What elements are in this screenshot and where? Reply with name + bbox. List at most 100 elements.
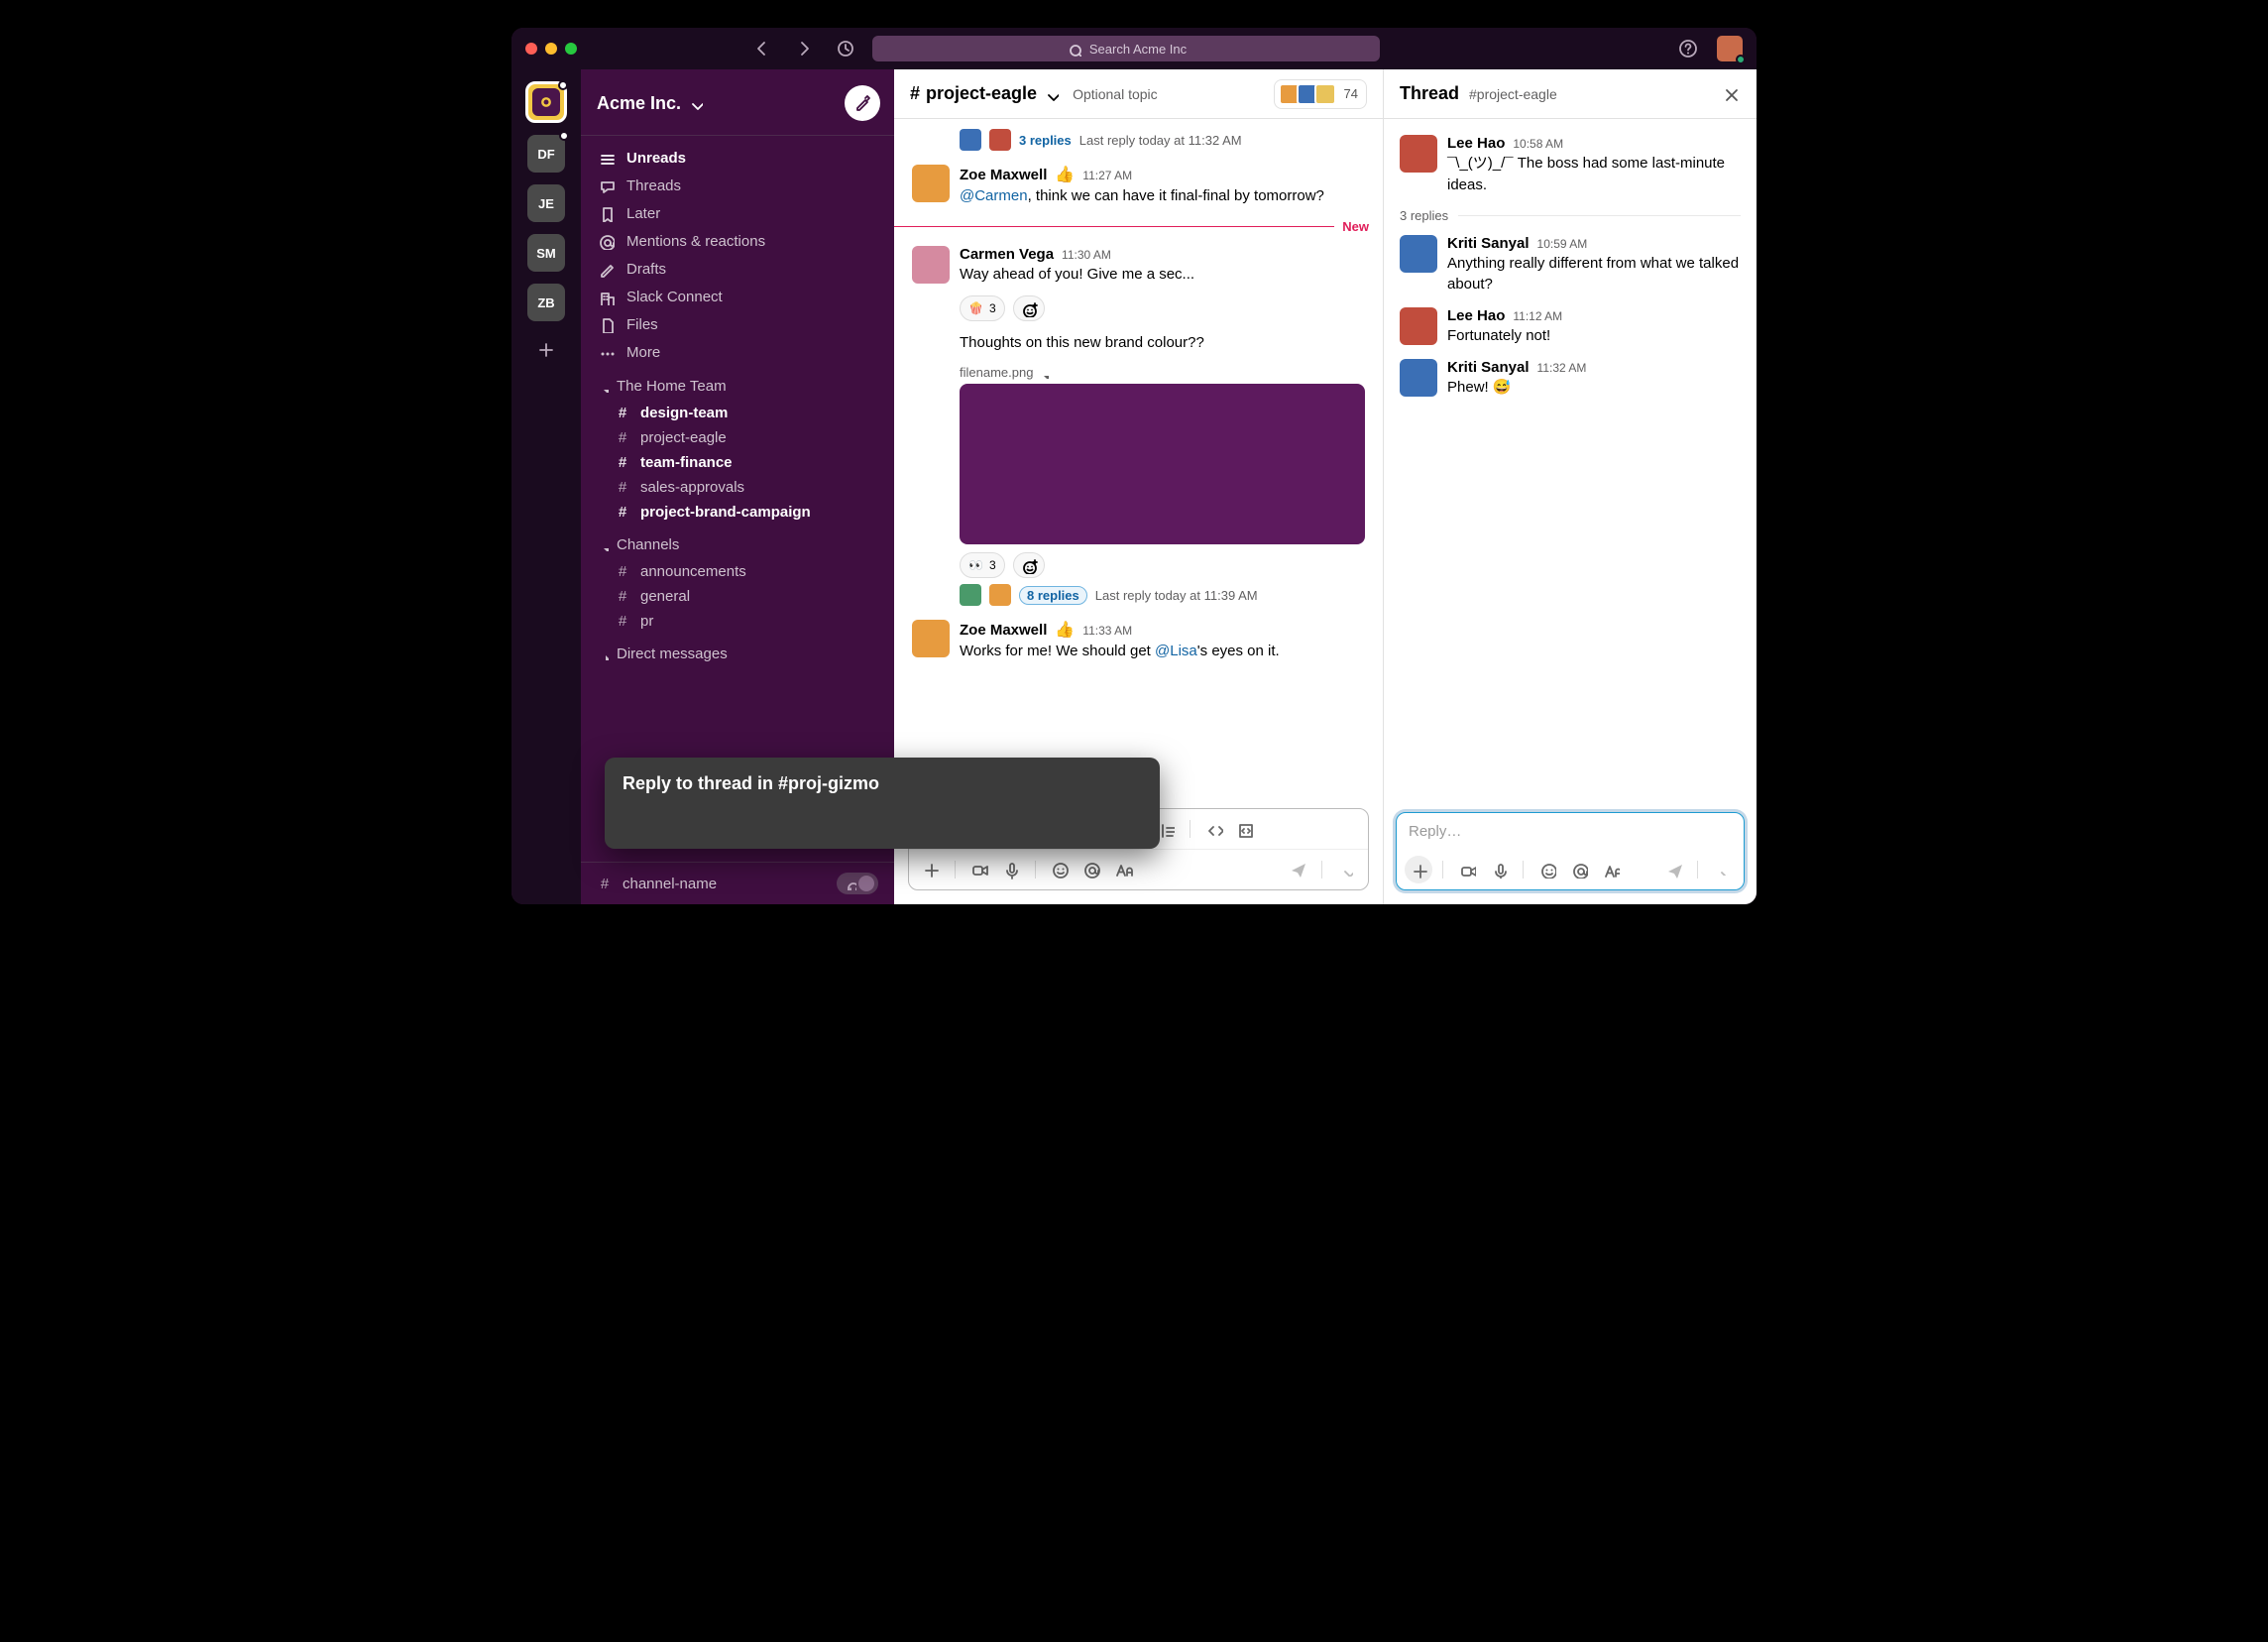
mention-button[interactable] (1077, 856, 1105, 883)
emoji-button[interactable] (1046, 856, 1074, 883)
message-avatar[interactable] (1400, 135, 1437, 173)
reaction[interactable]: 👀3 (960, 552, 1005, 578)
message-author[interactable]: Lee Hao (1447, 307, 1505, 324)
channel-item[interactable]: #project-eagle (581, 425, 894, 450)
add-reaction-button[interactable] (1013, 295, 1045, 321)
history-button[interactable] (831, 34, 860, 63)
channel-name: announcements (640, 563, 746, 580)
send-options-button[interactable] (1332, 856, 1360, 883)
message-author[interactable]: Zoe Maxwell (960, 167, 1047, 183)
channel-item[interactable]: #team-finance (581, 450, 894, 475)
message-avatar[interactable] (912, 165, 950, 202)
send-button[interactable] (1659, 856, 1687, 883)
mention-button[interactable] (1565, 856, 1593, 883)
video-button[interactable] (1453, 856, 1481, 883)
pencil-icon (597, 260, 615, 278)
message-author[interactable]: Kriti Sanyal (1447, 235, 1530, 252)
popover-text: Reply to thread in #proj-gizmo (623, 773, 879, 793)
channel-item[interactable]: #sales-approvals (581, 475, 894, 500)
code-button[interactable] (1200, 815, 1228, 843)
format-button[interactable] (1109, 856, 1137, 883)
thread-messages[interactable]: Lee Hao10:58 AM ¯\_(ツ)_/¯ The boss had s… (1384, 119, 1757, 806)
message: Zoe Maxwell 👍 11:33 AM Works for me! We … (894, 614, 1383, 668)
channel-item[interactable]: #announcements (581, 559, 894, 584)
nav-back-button[interactable] (747, 34, 777, 63)
attachment-filename[interactable]: filename.png (960, 365, 1365, 380)
thread-input[interactable]: Reply… (1397, 813, 1744, 850)
thread-subtitle[interactable]: #project-eagle (1469, 86, 1557, 102)
message-avatar[interactable] (912, 246, 950, 284)
message-avatar[interactable] (912, 620, 950, 657)
attachment-preview[interactable] (960, 384, 1365, 544)
mention[interactable]: @Lisa (1155, 643, 1197, 659)
workspace-item[interactable]: SM (527, 234, 565, 272)
message-author[interactable]: Kriti Sanyal (1447, 359, 1530, 376)
add-reaction-button[interactable] (1013, 552, 1045, 578)
sidebar-more[interactable]: More (581, 338, 894, 366)
emoji-button[interactable] (1533, 856, 1561, 883)
video-button[interactable] (965, 856, 993, 883)
section-header[interactable]: Direct messages (581, 634, 894, 668)
workspace-item[interactable]: JE (527, 184, 565, 222)
message-author[interactable]: Carmen Vega (960, 246, 1054, 263)
format-button[interactable] (1597, 856, 1625, 883)
reply-count-link[interactable]: 3 replies (1019, 133, 1072, 148)
sidebar-threads[interactable]: Threads (581, 172, 894, 199)
nav-forward-button[interactable] (789, 34, 819, 63)
channel-item[interactable]: #pr (581, 609, 894, 634)
message-time: 11:32 AM (1537, 361, 1587, 375)
close-window-icon[interactable] (525, 43, 537, 55)
reply-count-chip[interactable]: 8 replies (1019, 586, 1087, 605)
huddle-toggle[interactable] (837, 873, 878, 894)
sidebar-unreads[interactable]: Unreads (581, 144, 894, 172)
sidebar-mentions[interactable]: Mentions & reactions (581, 227, 894, 255)
caret-icon (1037, 367, 1049, 379)
workspace-switcher[interactable]: Acme Inc. (597, 93, 703, 114)
section-header[interactable]: Channels (581, 525, 894, 559)
channel-item[interactable]: #design-team (581, 401, 894, 425)
minimize-window-icon[interactable] (545, 43, 557, 55)
member-avatars (1279, 83, 1336, 105)
workspace-item[interactable]: DF (527, 135, 565, 173)
sidebar-later[interactable]: Later (581, 199, 894, 227)
channel-item[interactable]: #general (581, 584, 894, 609)
members-button[interactable]: 74 (1274, 79, 1367, 109)
attach-button[interactable] (917, 856, 945, 883)
thread-summary[interactable]: 8 replies Last reply today at 11:39 AM (894, 580, 1383, 614)
sidebar-files[interactable]: Files (581, 310, 894, 338)
channel-title-button[interactable]: # project-eagle (910, 83, 1059, 104)
message-avatar[interactable] (1400, 235, 1437, 273)
maximize-window-icon[interactable] (565, 43, 577, 55)
send-options-button[interactable] (1708, 856, 1736, 883)
thread-composer[interactable]: Reply… (1396, 812, 1745, 890)
codeblock-button[interactable] (1230, 815, 1258, 843)
sidebar-slack-connect[interactable]: Slack Connect (581, 283, 894, 310)
user-avatar[interactable] (1717, 36, 1743, 61)
section-header[interactable]: The Home Team (581, 366, 894, 401)
sidebar-drafts[interactable]: Drafts (581, 255, 894, 283)
message-avatar[interactable] (1400, 307, 1437, 345)
workspace-active[interactable] (525, 81, 567, 123)
audio-button[interactable] (1485, 856, 1513, 883)
close-thread-button[interactable] (1721, 84, 1741, 104)
reply-popover[interactable]: Reply to thread in #proj-gizmo (605, 758, 1160, 849)
message-list[interactable]: 3 replies Last reply today at 11:32 AM Z… (894, 119, 1383, 800)
building-icon (597, 288, 615, 305)
workspace-item[interactable]: ZB (527, 284, 565, 321)
message-avatar[interactable] (1400, 359, 1437, 397)
reaction[interactable]: 🍿3 (960, 295, 1005, 321)
workspace-badge (558, 80, 568, 90)
mention[interactable]: @Carmen (960, 187, 1028, 204)
search-input[interactable]: Search Acme Inc (872, 36, 1380, 61)
compose-button[interactable] (845, 85, 880, 121)
help-button[interactable] (1673, 34, 1703, 63)
send-button[interactable] (1284, 856, 1311, 883)
add-workspace-button[interactable] (535, 339, 557, 361)
channel-topic[interactable]: Optional topic (1073, 86, 1158, 102)
attach-button[interactable] (1405, 856, 1432, 883)
channel-item[interactable]: #project-brand-campaign (581, 500, 894, 525)
message-author[interactable]: Zoe Maxwell (960, 622, 1047, 639)
message-author[interactable]: Lee Hao (1447, 135, 1505, 152)
audio-button[interactable] (997, 856, 1025, 883)
thread-summary[interactable]: 3 replies Last reply today at 11:32 AM (894, 125, 1383, 159)
